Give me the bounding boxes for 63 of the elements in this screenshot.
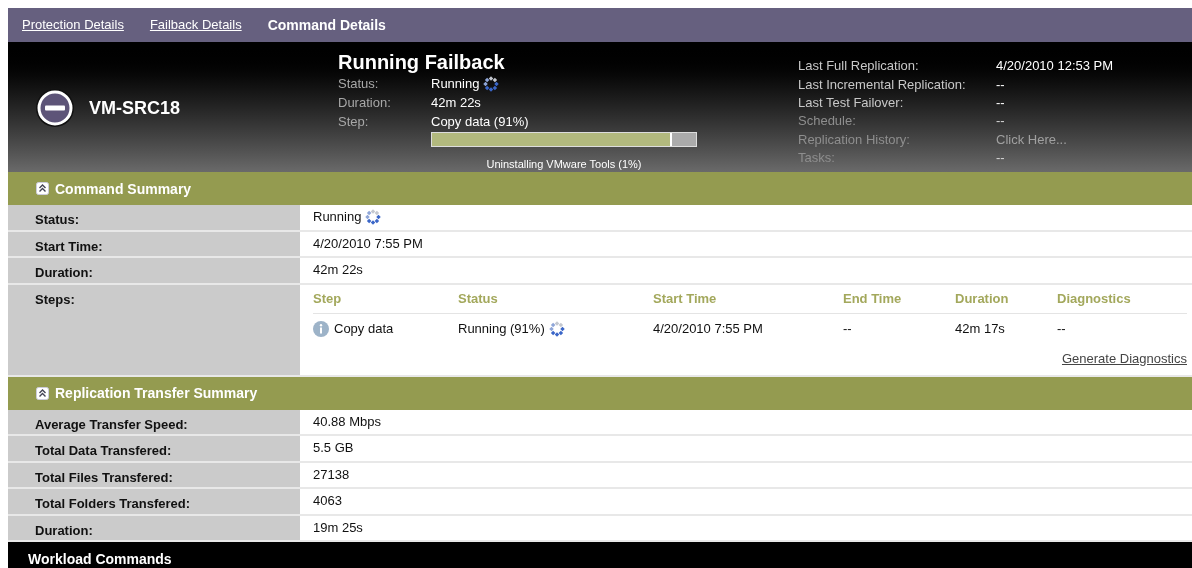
- command-title: Running Failback: [338, 50, 506, 74]
- spinner-icon: [365, 209, 382, 226]
- column-header: Diagnostics: [1057, 291, 1132, 307]
- row-value: 42m 22s: [313, 262, 363, 279]
- column-header: Step: [313, 291, 343, 307]
- info-label: Tasks:: [798, 148, 836, 167]
- collapse-icon[interactable]: [36, 182, 49, 195]
- info-label: Schedule:: [798, 112, 857, 131]
- info-value: --: [996, 94, 1005, 112]
- row-value: Running: [313, 209, 362, 226]
- row-label: Total Data Transfered:: [35, 443, 172, 458]
- field-value: Copy data (91%): [431, 112, 529, 131]
- info-label: Last Full Replication:: [798, 57, 920, 76]
- row-label: Duration:: [35, 265, 93, 280]
- column-header: Start Time: [653, 291, 718, 307]
- row-label: Steps:: [35, 291, 75, 307]
- row-label: Total Files Transfered:: [35, 469, 173, 485]
- footer-title: Workload Commands: [28, 551, 172, 567]
- spinner-icon: [483, 75, 500, 92]
- row-value: 19m 25s: [313, 519, 363, 536]
- column-header: Status: [458, 291, 499, 307]
- table-cell-text: 4/20/2010 7:55 PM: [653, 320, 764, 337]
- info-value: --: [996, 112, 1005, 131]
- row-value: 40.88 Mbps: [313, 413, 381, 430]
- collapse-icon[interactable]: [36, 386, 49, 400]
- info-value: 4/20/2010 12:53 PM: [996, 57, 1114, 76]
- info-value: --: [996, 148, 1005, 167]
- row-value: 4/20/2010 7:55 PM: [313, 235, 423, 252]
- column-header: End Time: [843, 291, 903, 307]
- info-value: --: [996, 75, 1005, 94]
- progress-caption: Uninstalling VMware Tools (1%): [486, 158, 642, 170]
- info-label: Last Test Failover:: [798, 94, 905, 112]
- tab[interactable]: Command Details: [267, 14, 386, 36]
- minus-circle-icon: [35, 88, 75, 128]
- row-label: Duration:: [35, 522, 93, 538]
- field-value: 42m 22s: [431, 93, 481, 112]
- tab[interactable]: Failback Details: [149, 15, 242, 35]
- spinner-icon: [548, 320, 565, 337]
- section-title: Replication Transfer Summary: [55, 385, 258, 401]
- info-label: Replication History:: [798, 130, 911, 149]
- info-label: Last Incremental Replication:: [798, 75, 967, 94]
- row-value: 27138: [313, 466, 350, 483]
- table-cell-text: --: [843, 320, 853, 337]
- row-value: 4063: [313, 493, 342, 510]
- row-label: Average Transfer Speed:: [35, 416, 188, 432]
- row-label: Status:: [35, 212, 80, 227]
- table-cell: Copy data: [334, 320, 394, 337]
- field-value: Running: [431, 74, 480, 93]
- row-label: Total Folders Transfered:: [35, 496, 191, 511]
- table-cell-text: --: [1057, 320, 1067, 337]
- generate-diagnostics-link[interactable]: Generate Diagnostics: [1062, 350, 1187, 367]
- workload-name: VM-SRC18: [89, 96, 181, 120]
- tab[interactable]: Protection Details: [22, 15, 124, 35]
- info-icon: [313, 320, 329, 337]
- section-title: Command Summary: [55, 180, 192, 197]
- field-label: Status:: [338, 74, 380, 93]
- row-label: Start Time:: [35, 238, 103, 254]
- field-label: Step:: [338, 112, 370, 131]
- field-label: Duration:: [338, 93, 392, 112]
- table-cell-text: 42m 17s: [955, 320, 1006, 337]
- row-value: 5.5 GB: [313, 440, 354, 457]
- column-header: Duration: [955, 291, 1010, 307]
- table-cell: Running (91%): [458, 320, 545, 337]
